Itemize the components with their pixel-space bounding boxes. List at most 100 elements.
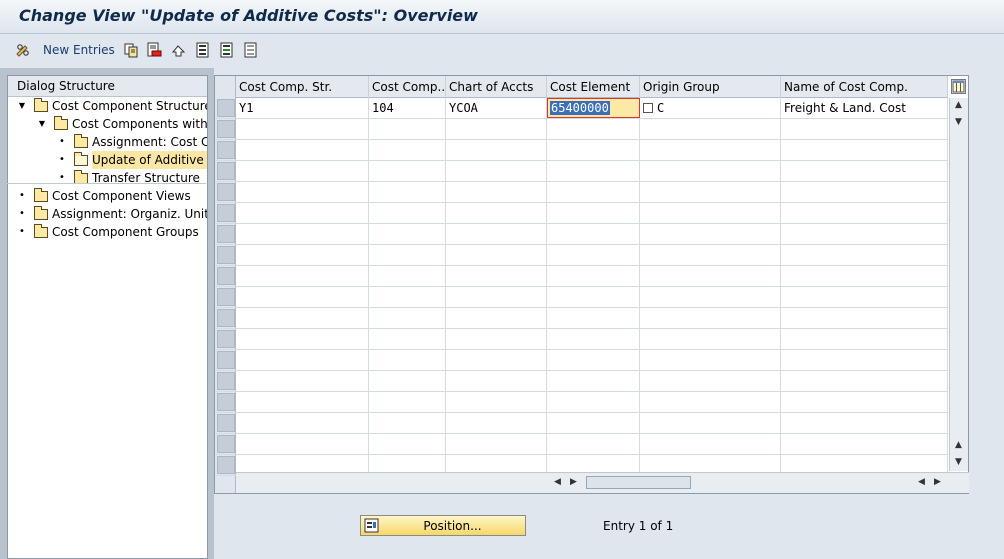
tree-item-cost-component-groups[interactable]: • Cost Component Groups (17, 223, 199, 241)
tree-item-update-of-additive[interactable]: • Update of Additive C (57, 151, 207, 169)
table-row[interactable] (215, 140, 948, 161)
vertical-scrollbar[interactable]: ▲ ▼ ▲ ▼ (949, 98, 968, 471)
scroll-left-icon[interactable]: ◀ (554, 477, 561, 487)
table-row[interactable] (215, 308, 948, 329)
tree-item-cost-component-structure[interactable]: ▼ Cost Component Structure (17, 97, 207, 115)
scroll-right-icon[interactable]: ▶ (570, 477, 577, 487)
scroll-down-icon[interactable]: ▼ (955, 117, 962, 127)
deselect-all-icon (243, 42, 259, 58)
horizontal-scrollbar[interactable]: ◀ ▶ ◀ ▶ (236, 472, 969, 493)
table-row[interactable] (215, 413, 948, 434)
empty-cell (781, 266, 948, 286)
table-row[interactable] (215, 119, 948, 140)
select-block-button[interactable] (219, 41, 235, 59)
tree-item-assignment-cost-co[interactable]: • Assignment: Cost Co (57, 133, 207, 151)
column-header-origin-group[interactable]: Origin Group (640, 76, 781, 98)
empty-cell (236, 203, 369, 223)
tree-item-cost-component-views[interactable]: • Cost Component Views (17, 187, 191, 205)
row-selector[interactable] (217, 456, 235, 474)
empty-cell (547, 203, 640, 223)
empty-cell (369, 413, 446, 433)
bullet-icon: • (19, 226, 25, 237)
row-selector[interactable] (217, 267, 235, 285)
table-row[interactable] (215, 434, 948, 455)
table-row[interactable] (215, 224, 948, 245)
column-header-chart-of-accts[interactable]: Chart of Accts (446, 76, 547, 98)
row-selector[interactable] (217, 246, 235, 264)
cell-origin-group-input[interactable]: C (640, 98, 781, 118)
table-row[interactable] (215, 203, 948, 224)
column-header-cost-comp-str[interactable]: Cost Comp. Str. (236, 76, 369, 98)
cost-element-value: 65400000 (550, 101, 610, 115)
row-selector[interactable] (217, 162, 235, 180)
tree-divider (7, 183, 206, 184)
scroll-left-icon[interactable]: ◀ (918, 477, 925, 487)
bullet-icon: • (59, 136, 65, 147)
delete-button[interactable] (146, 41, 162, 59)
row-selector[interactable] (217, 288, 235, 306)
empty-cell (236, 266, 369, 286)
table-row[interactable] (215, 287, 948, 308)
scroll-up-icon[interactable]: ▲ (955, 440, 962, 450)
table-settings-icon[interactable] (951, 79, 966, 94)
empty-cell (640, 392, 781, 412)
new-entries-button[interactable]: New Entries (15, 41, 115, 59)
table-row[interactable] (215, 161, 948, 182)
expand-arrow-icon[interactable]: ▼ (37, 115, 47, 133)
empty-cell (369, 224, 446, 244)
empty-cell (547, 245, 640, 265)
row-selector[interactable] (217, 225, 235, 243)
table-row[interactable] (215, 182, 948, 203)
search-help-icon[interactable] (643, 102, 653, 113)
position-button-label: Position... (423, 518, 482, 533)
empty-cell (781, 350, 948, 370)
scroll-up-icon[interactable]: ▲ (955, 100, 962, 110)
row-selector[interactable] (217, 120, 235, 138)
tree-item-transfer-structure[interactable]: • Transfer Structure (57, 169, 200, 187)
row-selector[interactable] (217, 309, 235, 327)
column-header-cost-element[interactable]: Cost Element (547, 76, 640, 98)
table-row[interactable] (215, 350, 948, 371)
empty-cell (640, 161, 781, 181)
row-selector[interactable] (217, 204, 235, 222)
table-header: Cost Comp. Str. Cost Comp... Chart of Ac… (236, 76, 948, 98)
tree-item-assignment-organiz-units[interactable]: • Assignment: Organiz. Units - (17, 205, 207, 223)
table-row[interactable] (215, 371, 948, 392)
table-row[interactable]: Y1 104 YCOA 65400000 C Freight & Land. C… (215, 98, 948, 119)
column-header-name-of-cost-comp[interactable]: Name of Cost Comp. (781, 76, 948, 98)
table-row[interactable] (215, 392, 948, 413)
row-selector[interactable] (217, 393, 235, 411)
row-selector[interactable] (217, 330, 235, 348)
row-selector[interactable] (217, 351, 235, 369)
empty-cell (236, 350, 369, 370)
tree-item-cost-components-with[interactable]: ▼ Cost Components with A (37, 115, 207, 133)
row-selector[interactable] (217, 414, 235, 432)
select-all-button[interactable] (195, 41, 211, 59)
empty-cell (640, 350, 781, 370)
undo-button[interactable] (170, 41, 186, 59)
cell-cost-comp: 104 (369, 98, 446, 118)
cell-name-of-cost-comp: Freight & Land. Cost (781, 98, 948, 118)
empty-cell (547, 308, 640, 328)
empty-cell (236, 434, 369, 454)
row-selector[interactable] (217, 183, 235, 201)
select-all-icon (195, 42, 211, 58)
column-header-cost-comp[interactable]: Cost Comp... (369, 76, 446, 98)
cell-cost-element-input[interactable]: 65400000 (547, 98, 640, 118)
deselect-all-button[interactable] (243, 41, 259, 59)
scroll-thumb[interactable] (586, 476, 691, 489)
table-row[interactable] (215, 329, 948, 350)
copy-button[interactable] (123, 41, 139, 59)
empty-cell (446, 224, 547, 244)
empty-cell (369, 350, 446, 370)
row-selector[interactable] (217, 141, 235, 159)
table-row[interactable] (215, 245, 948, 266)
position-button[interactable]: Position... (360, 515, 526, 536)
table-row[interactable] (215, 266, 948, 287)
row-selector[interactable] (217, 372, 235, 390)
scroll-right-icon[interactable]: ▶ (934, 477, 941, 487)
expand-arrow-icon[interactable]: ▼ (17, 97, 27, 115)
row-selector[interactable] (217, 99, 235, 117)
row-selector[interactable] (217, 435, 235, 453)
scroll-down-icon[interactable]: ▼ (955, 457, 962, 467)
